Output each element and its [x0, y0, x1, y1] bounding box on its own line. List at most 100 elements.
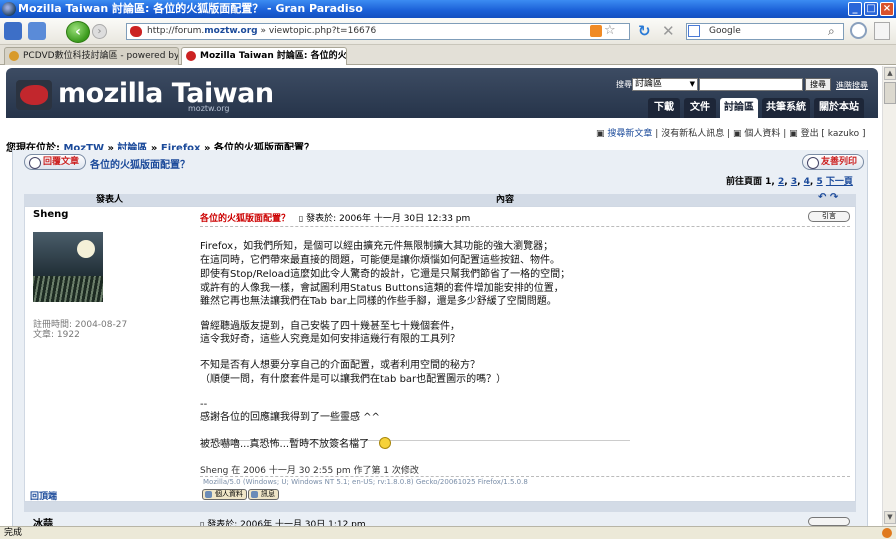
back-button[interactable]: ‹ [66, 21, 90, 43]
back-to-top-link[interactable]: 回頂端 [30, 489, 57, 502]
sort-arrows-icon[interactable]: ↶ ↷ [818, 192, 838, 203]
post-title: 各位的火狐版面配置？ [200, 214, 291, 224]
no-pm-text[interactable]: 沒有新私人訊息 [661, 129, 724, 139]
status-text: 完成 [4, 528, 23, 538]
history-icon[interactable] [28, 22, 46, 40]
rss-feed-icon[interactable] [590, 25, 602, 37]
close-button[interactable]: × [880, 2, 894, 16]
topic-title[interactable]: 各位的火狐版面配置？ [90, 156, 190, 171]
scroll-up-icon[interactable]: ▲ [884, 67, 896, 80]
nav-about[interactable]: 關於本站 [814, 98, 864, 118]
col-content: 內容 [496, 195, 515, 205]
search-scope-select[interactable]: 討論區 ▼ [632, 78, 698, 91]
stop-icon[interactable]: ✕ [662, 22, 675, 40]
post-date: 發表於: 2006年 十一月 30日 12:33 pm [306, 214, 471, 224]
page-link[interactable]: 5 [816, 177, 822, 187]
page-link[interactable]: 3 [791, 177, 797, 187]
pagination-label: 前往頁面 [726, 177, 763, 187]
clock-icon[interactable] [850, 22, 867, 39]
window-title: Mozilla Taiwan 討論區: 各位的火狐版面配置？ - Gran Pa… [18, 2, 363, 15]
search-new-link[interactable]: 搜尋新文章 [607, 129, 652, 139]
header-search-input[interactable] [699, 78, 803, 91]
firefox-status-icon[interactable] [882, 528, 892, 538]
nav-forum[interactable]: 討論區 [720, 98, 758, 118]
scroll-thumb[interactable] [884, 82, 896, 104]
search-new-icon: ▣ [596, 129, 605, 139]
nav-docs[interactable]: 文件 [684, 98, 716, 118]
post-body-line: 或許有的人像我一樣，會試圖利用Status Buttons這類的套件增加能安排的… [200, 283, 564, 294]
page-link[interactable]: 2 [778, 177, 784, 187]
profile-link[interactable]: 個人資料 [744, 129, 780, 139]
moztw-favicon-icon [186, 51, 196, 61]
vertical-scrollbar[interactable]: ▲ ▼ [882, 66, 896, 526]
tab-pcdvd[interactable]: PCDVD數位科技討論區 - powered by vbulle... [4, 47, 179, 65]
url-suffix: » viewtopic.php?t=16676 [257, 26, 377, 36]
url-domain: moztw.org [204, 26, 258, 36]
mozilla-dino-logo-icon[interactable] [16, 80, 52, 110]
post-body-line: 不知是否有人想要分享自己的介面配置，或者利用空間的秘方？ [200, 360, 480, 371]
window-title-bar: Mozilla Taiwan 討論區: 各位的火狐版面配置？ - Gran Pa… [0, 0, 896, 18]
post-body-line: 曾經聽過版友提到，自己安裝了四十幾甚至七十幾個套件， [200, 321, 460, 332]
google-engine-icon[interactable] [688, 25, 700, 37]
post-separator [24, 502, 856, 512]
minimize-button[interactable]: _ [848, 2, 862, 16]
next-page-link[interactable]: 下一頁 [826, 177, 853, 187]
moon-shape [77, 240, 95, 258]
print-button[interactable]: 友善列印 [802, 154, 865, 170]
advanced-search-link[interactable]: 進階搜尋 [836, 80, 868, 91]
site-logo-sub: moztw.org [188, 104, 230, 113]
grass-shape [33, 276, 103, 302]
header-search-button[interactable]: 搜尋 [805, 78, 831, 91]
col-author: 發表人 [96, 195, 124, 205]
sidebar-toggle-icon[interactable] [874, 22, 890, 40]
status-bar: 完成 [0, 526, 896, 539]
quote-button[interactable]: 引言 [808, 211, 850, 222]
reload-icon[interactable]: ↻ [638, 22, 651, 40]
post-body-line: （順便一問，有什麼套件是可以讓我們在tab bar也配置圖示的嗎？） [200, 374, 507, 385]
post-body-line: 雖然它再也無法讓我們在Tab bar上同樣的作些手腳，還是多少舒緩了空間問題。 [200, 296, 557, 307]
search-scope-value: 討論區 [635, 79, 663, 89]
chevron-down-icon: ▼ [689, 80, 695, 88]
search-engine-input[interactable]: Google [686, 23, 844, 40]
avatar [33, 232, 103, 302]
post-header: 各位的火狐版面配置？ ▯ 發表於: 2006年 十一月 30日 12:33 pm [200, 211, 470, 224]
signature-line: 被恐嚇嚕...真恐怖...暫時不放簽名檔了 [200, 439, 370, 450]
logout-icon: ▣ [789, 129, 798, 139]
nav-wiki[interactable]: 共筆系統 [762, 98, 810, 118]
tab-moztw[interactable]: Mozilla Taiwan 討論區: 各位的火狐版... [181, 47, 347, 65]
profile-button[interactable]: 個人資料 [202, 489, 247, 500]
bookmark-page-star-icon[interactable]: ☆ [604, 23, 616, 38]
quote-button[interactable] [808, 517, 850, 526]
post-body-line: 這令我好奇，這些人究竟是如何安排這幾行有限的工具列？ [200, 334, 460, 345]
table-header: 發表人 內容 [24, 194, 856, 206]
post-body-line: Firefox，如我們所知，是個可以經由擴充元件無限制擴大其功能的強大瀏覽器； [200, 241, 554, 252]
profile-icon: ▣ [732, 129, 742, 139]
site-favicon-icon [130, 26, 142, 37]
signature-separator: -- [200, 399, 208, 410]
site-logo-text[interactable]: mozilla Taiwan [58, 78, 274, 109]
url-bar[interactable]: http://forum.moztw.org » viewtopic.php?t… [126, 23, 630, 40]
post-body-line: 在這同時，它們帶來最直接的問題，可能便是讓你煩惱如何配置這些按鈕、物件。 [200, 255, 560, 266]
signature-line: 感謝各位的回應讓我得到了一些靈感 ^^ [200, 412, 380, 423]
page-current: 1 [765, 177, 772, 187]
logout-link[interactable]: 登出 [ kazuko ] [801, 129, 866, 139]
pcdvd-favicon-icon [9, 51, 19, 61]
author-post-count: 文章: 1922 [33, 330, 80, 340]
reply-button[interactable]: 回覆文章 [24, 154, 87, 170]
post-author[interactable]: Sheng [33, 209, 68, 220]
tab-label: PCDVD數位科技討論區 - powered by vbulle... [23, 51, 179, 61]
bookmark-star-icon[interactable] [4, 22, 22, 40]
nav-download[interactable]: 下載 [648, 98, 680, 118]
forward-button[interactable]: › [92, 24, 107, 39]
page-link[interactable]: 4 [804, 177, 810, 187]
edit-note: Sheng 在 2006 十一月 30 2:55 pm 作了第 1 次修改 [200, 466, 419, 476]
pagination: 前往頁面 1, 2, 3, 4, 5 下一頁 [726, 177, 853, 187]
pm-button[interactable]: 訊息 [248, 489, 279, 500]
post-body-line: 即使有Stop/Reload這麼如此令人驚奇的設計，它還是只幫我們節省了一格的空… [200, 269, 571, 280]
maximize-button[interactable]: □ [864, 2, 878, 16]
smiley-icon [379, 437, 391, 449]
header-search-label: 搜尋 [616, 80, 632, 89]
scroll-down-icon[interactable]: ▼ [884, 511, 896, 524]
user-agent-string: Mozilla/5.0 (Windows; U; Windows NT 5.1;… [203, 478, 528, 486]
search-go-icon[interactable]: ⌕ [828, 24, 835, 39]
